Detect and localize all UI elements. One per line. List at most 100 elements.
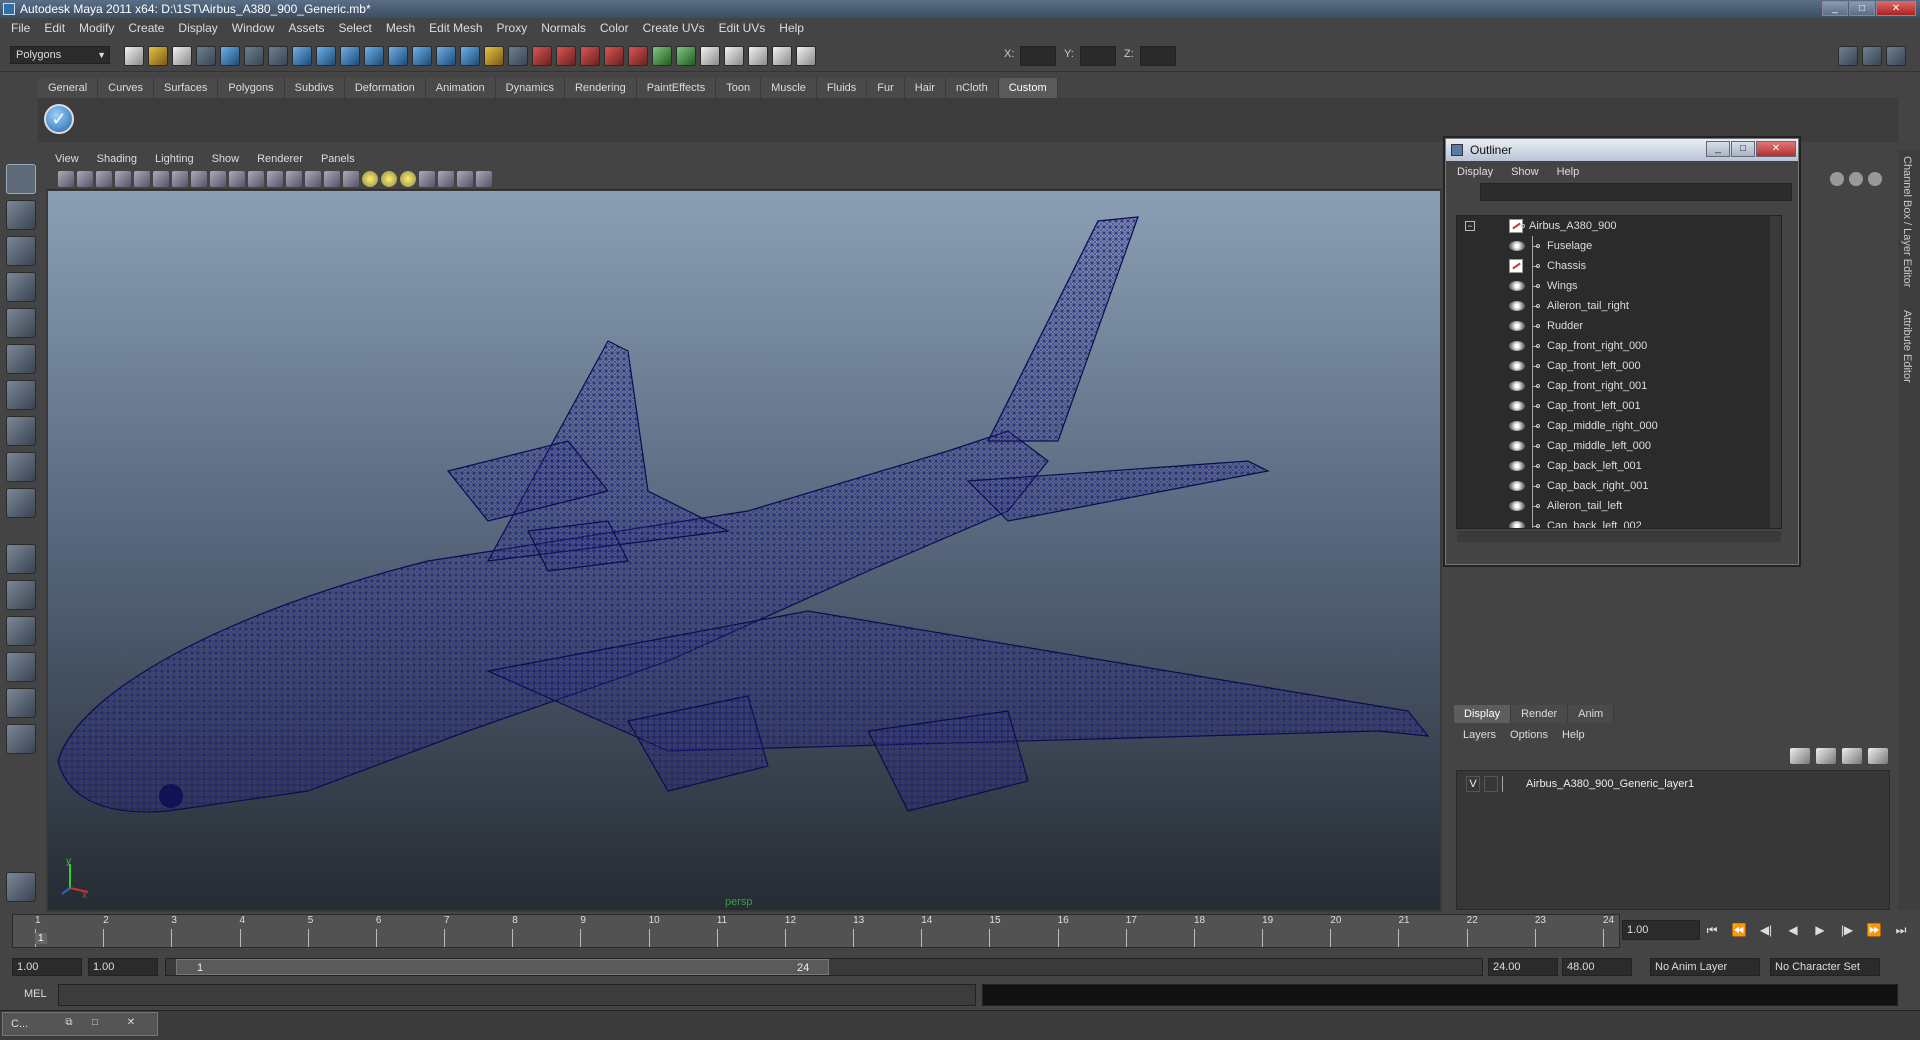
render-view-icon[interactable] — [724, 46, 744, 66]
four-view-layout-icon[interactable] — [6, 580, 36, 610]
menu-edit-uvs[interactable]: Edit UVs — [712, 18, 773, 38]
mask-surfaces-icon[interactable] — [340, 46, 360, 66]
outliner-item[interactable]: Chassis — [1457, 256, 1781, 276]
layer-visibility-toggle[interactable]: V — [1466, 776, 1480, 792]
pin-icon[interactable] — [1868, 172, 1882, 186]
menu-edit[interactable]: Edit — [37, 18, 72, 38]
outliner-menu-help[interactable]: Help — [1548, 163, 1589, 181]
universal-manipulator-icon[interactable] — [6, 380, 36, 410]
play-backward-icon[interactable]: ◀ — [1783, 921, 1803, 939]
render-settings-icon[interactable] — [796, 46, 816, 66]
layer-playback-toggle[interactable] — [1484, 776, 1498, 792]
outliner-minimize-button[interactable]: _ — [1706, 141, 1730, 157]
shelf-tab-animation[interactable]: Animation — [425, 78, 496, 98]
menu-window[interactable]: Window — [225, 18, 282, 38]
outliner-item[interactable]: Cap_front_left_001 — [1457, 396, 1781, 416]
outliner-item[interactable]: Aileron_tail_left — [1457, 496, 1781, 516]
shelf-tab-fluids[interactable]: Fluids — [816, 78, 868, 98]
bookmarks-icon[interactable] — [96, 171, 112, 187]
shelf-tab-rendering[interactable]: Rendering — [564, 78, 637, 98]
outliner-item[interactable]: Cap_front_right_001 — [1457, 376, 1781, 396]
render-current-icon[interactable] — [748, 46, 768, 66]
select-camera-icon[interactable] — [58, 171, 74, 187]
highlight-selection-icon[interactable] — [508, 46, 528, 66]
shelf-tab-custom[interactable]: Custom — [998, 78, 1058, 98]
collapse-icon[interactable]: − — [1465, 221, 1475, 231]
perspective-viewport[interactable] — [48, 191, 1440, 910]
mask-rendering-icon[interactable] — [412, 46, 432, 66]
outliner-item[interactable]: Cap_back_left_001 — [1457, 456, 1781, 476]
z-input[interactable] — [1140, 46, 1176, 66]
outliner-item[interactable]: Aileron_tail_right — [1457, 296, 1781, 316]
outliner-item[interactable]: Rudder — [1457, 316, 1781, 336]
layer-row[interactable]: V Airbus_A380_900_Generic_layer1 — [1458, 774, 1888, 794]
x-input[interactable] — [1020, 46, 1056, 66]
outliner-item[interactable]: Fuselage — [1457, 236, 1781, 256]
select-hierarchy-icon[interactable] — [196, 46, 216, 66]
outliner-filter-input[interactable] — [1480, 183, 1792, 201]
move-layer-down-icon[interactable] — [1816, 748, 1836, 764]
construction-history-icon[interactable] — [700, 46, 720, 66]
step-forward-key-icon[interactable]: ⏩ — [1864, 921, 1884, 939]
shelf-tab-muscle[interactable]: Muscle — [761, 78, 817, 98]
soft-modification-icon[interactable] — [6, 416, 36, 446]
layer-tab-anim[interactable]: Anim — [1568, 705, 1615, 723]
viewport-menu-view[interactable]: View — [46, 150, 88, 168]
shelf-tab-toon[interactable]: Toon — [716, 78, 762, 98]
time-ruler[interactable]: 1 2 3 4 5 6 7 8 9 10 11 12 13 14 15 16 17 18 19 20 21 22 23 24 1 — [12, 914, 1620, 948]
menu-set-dropdown[interactable]: Polygons ▼ — [10, 46, 110, 64]
safe-action-icon[interactable] — [248, 171, 264, 187]
close-button[interactable]: ✕ — [1876, 1, 1916, 16]
playback-end-field[interactable]: 24.00 — [1488, 958, 1558, 976]
camera-attributes-icon[interactable] — [77, 171, 93, 187]
shelf-tab-dynamics[interactable]: Dynamics — [495, 78, 565, 98]
wireframe-on-shaded-icon[interactable] — [324, 171, 340, 187]
viewport-menu-panels[interactable]: Panels — [312, 150, 364, 168]
rotate-tool-icon[interactable] — [6, 308, 36, 338]
playhead-frame-label[interactable]: 1 — [35, 933, 47, 944]
minimize-button[interactable]: _ — [1822, 1, 1848, 16]
gate-mask-icon[interactable] — [210, 171, 226, 187]
menu-mesh[interactable]: Mesh — [379, 18, 422, 38]
outliner-item[interactable]: Cap_middle_left_000 — [1457, 436, 1781, 456]
outliner-item[interactable]: Wings — [1457, 276, 1781, 296]
step-forward-frame-icon[interactable]: |▶ — [1837, 921, 1857, 939]
snap-grid-icon[interactable] — [532, 46, 552, 66]
shadows-icon[interactable] — [400, 171, 416, 187]
smooth-shade-icon[interactable] — [305, 171, 321, 187]
outliner-vertical-scrollbar[interactable] — [1770, 216, 1781, 528]
wireframe-icon[interactable] — [286, 171, 302, 187]
resolution-gate-icon[interactable] — [191, 171, 207, 187]
mask-joints-icon[interactable] — [292, 46, 312, 66]
shelf-tab-fur[interactable]: Fur — [867, 78, 905, 98]
menu-help[interactable]: Help — [772, 18, 811, 38]
select-component-icon[interactable] — [244, 46, 264, 66]
image-plane-icon[interactable] — [115, 171, 131, 187]
attribute-editor-toggle-icon[interactable] — [1862, 46, 1882, 66]
anim-layer-dropdown[interactable]: No Anim Layer — [1650, 958, 1760, 976]
start-time-field[interactable]: 1.00 — [12, 958, 82, 976]
shelf-tab-hair[interactable]: Hair — [904, 78, 946, 98]
menu-proxy[interactable]: Proxy — [490, 18, 535, 38]
layer-menu-help[interactable]: Help — [1555, 726, 1592, 744]
maximize-icon[interactable]: □ — [87, 1016, 103, 1030]
step-back-frame-icon[interactable]: ◀| — [1756, 921, 1776, 939]
output-ops-icon[interactable] — [676, 46, 696, 66]
isolate-select-icon[interactable] — [419, 171, 435, 187]
film-gate-icon[interactable] — [172, 171, 188, 187]
mask-handles-icon[interactable] — [268, 46, 288, 66]
select-object-icon[interactable] — [220, 46, 240, 66]
outliner-item[interactable]: Cap_middle_right_000 — [1457, 416, 1781, 436]
shelf-tab-deformation[interactable]: Deformation — [344, 78, 426, 98]
menu-select[interactable]: Select — [331, 18, 378, 38]
open-scene-icon[interactable] — [148, 46, 168, 66]
high-quality-icon[interactable] — [476, 171, 492, 187]
menu-create[interactable]: Create — [121, 18, 171, 38]
menu-normals[interactable]: Normals — [534, 18, 593, 38]
viewport-menu-shading[interactable]: Shading — [88, 150, 146, 168]
shelf-tab-ncloth[interactable]: nCloth — [945, 78, 999, 98]
outliner-maximize-button[interactable]: □ — [1731, 141, 1755, 157]
single-perspective-layout-icon[interactable] — [6, 544, 36, 574]
viewport-menu-lighting[interactable]: Lighting — [146, 150, 203, 168]
step-back-key-icon[interactable]: ⏪ — [1729, 921, 1749, 939]
